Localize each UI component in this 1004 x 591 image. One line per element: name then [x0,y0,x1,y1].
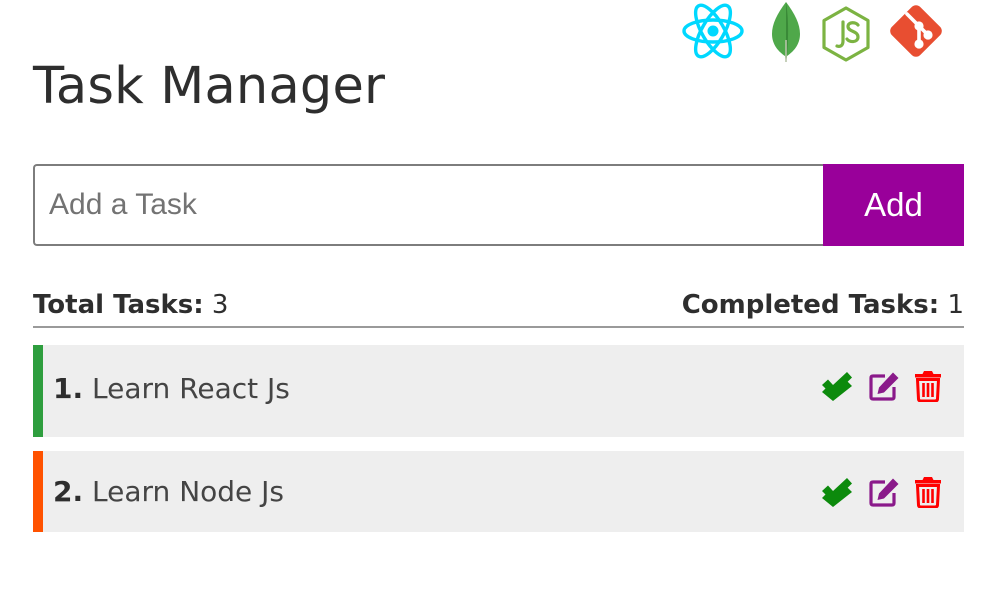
total-tasks-value: 3 [211,290,229,320]
double-check-icon [822,478,852,507]
add-task-input[interactable] [33,164,823,246]
complete-task-button[interactable] [820,371,854,401]
add-button[interactable]: Add [823,164,964,246]
double-check-icon [822,372,852,401]
page-title: Task Manager [33,57,386,116]
complete-task-button[interactable] [820,477,854,507]
task-actions [820,370,942,403]
completed-tasks-value: 1 [947,290,964,320]
task-label: Learn React Js [92,372,290,405]
total-tasks-label: Total Tasks: [33,290,204,320]
total-tasks: Total Tasks: 3 [33,288,228,322]
tech-logos [681,0,949,64]
task-text: 2. Learn Node Js [53,474,284,510]
completed-tasks: Completed Tasks: 1 [682,288,964,322]
mongodb-leaf-icon [769,0,803,64]
task-text: 1. Learn React Js [53,371,290,407]
task-manager-page: Task Manager Add Total Tasks: 3 Complete… [0,0,1004,591]
edit-icon [869,372,899,401]
task-list: 1. Learn React Js 2. Learn Node Js [33,345,964,546]
task-number: 1. [53,372,84,405]
delete-task-button[interactable] [914,370,942,403]
task-label: Learn Node Js [92,475,285,508]
completed-tasks-label: Completed Tasks: [681,290,940,320]
trash-icon [915,477,941,509]
edit-icon [869,478,899,507]
edit-task-button[interactable] [868,371,900,401]
task-item: 2. Learn Node Js [33,451,964,532]
nodejs-logo-icon [821,6,871,62]
task-item: 1. Learn React Js [33,345,964,437]
git-logo-icon [885,0,947,62]
react-logo-icon [681,0,745,62]
task-counts: Total Tasks: 3 Completed Tasks: 1 [33,282,964,328]
edit-task-button[interactable] [868,477,900,507]
task-number: 2. [53,475,84,508]
delete-task-button[interactable] [914,476,942,509]
task-actions [820,476,942,509]
trash-icon [915,371,941,403]
